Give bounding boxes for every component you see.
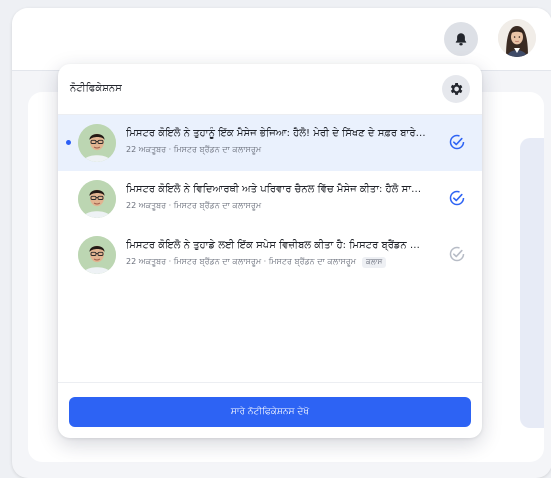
unread-indicator [66,140,71,145]
background-side-card [520,138,544,428]
notification-message: ਮਿਸਟਰ ਕੋਇਲੋ ਨੇ ਵਿਦਿਆਰਥੀ ਅਤੇ ਪਰਿਵਾਰ ਚੈਨਲ … [126,184,426,195]
class-tag: ਕਲਾਸ [362,257,387,268]
notification-text: ਮਿਸਟਰ ਕੋਇਲੋ ਨੇ ਵਿਦਿਆਰਥੀ ਅਤੇ ਪਰਿਵਾਰ ਚੈਨਲ … [126,183,426,211]
notification-meta: 22 ਅਕਤੂਬਰ · ਮਿਸਟਰ ਬ੍ਰੈਂਡਨ ਦਾ ਕਲਾਸਰੂਮ [126,145,262,154]
panel-title: ਨੋਟੀਫਿਕੇਸ਼ਨਸ [70,83,122,94]
top-bar [12,8,551,71]
sender-avatar-man-icon [78,180,116,218]
notification-meta: 22 ਅਕਤੂਬਰ · ਮਿਸਟਰ ਬ੍ਰੈਂਡਨ ਦਾ ਕਲਾਸਰੂਮ [126,201,262,210]
notification-text: ਮਿਸਟਰ ਕੋਇਲੋ ਨੇ ਤੁਹਾਡੇ ਲਈ ਇੱਕ ਸਪੇਸ ਵਿਜ਼ੀਬ… [126,239,426,268]
view-all-notifications-button[interactable]: ਸਾਰੇ ਨੋਟੀਫਿਕੇਸ਼ਨਸ ਦੇਖੋ [69,397,471,427]
sender-avatar [78,236,116,274]
sender-avatar-man-icon [78,124,116,162]
check-circle-icon[interactable] [448,245,466,263]
notification-meta-text: 22 ਅਕਤੂਬਰ · ਮਿਸਟਰ ਬ੍ਰੈਂਡਨ ਦਾ ਕਲਾਸਰੂਮ · ਮ… [126,257,357,266]
notification-message: ਮਿਸਟਰ ਕੋਇਲੋ ਨੇ ਤੁਹਾਨੂੰ ਇੱਕ ਮੈਸੇਜ ਭੇਜਿਆ: … [126,128,426,139]
sender-avatar [78,124,116,162]
notification-item[interactable]: ਮਿਸਟਰ ਕੋਇਲੋ ਨੇ ਵਿਦਿਆਰਥੀ ਅਤੇ ਪਰਿਵਾਰ ਚੈਨਲ … [58,171,482,227]
notifications-panel: ਨੋਟੀਫਿਕੇਸ਼ਨਸ ਮਿਸਟਰ ਕੋਇਲੋ ਨੇ ਤੁਹਾਨੂੰ ਇੱਕ … [58,64,482,438]
user-avatar[interactable] [498,19,536,57]
notification-message: ਮਿਸਟਰ ਕੋਇਲੋ ਨੇ ਤੁਹਾਡੇ ਲਈ ਇੱਕ ਸਪੇਸ ਵਿਜ਼ੀਬ… [126,240,426,251]
user-avatar-woman-icon [498,19,536,57]
gear-icon [450,83,463,95]
notification-item[interactable]: ਮਿਸਟਰ ਕੋਇਲੋ ਨੇ ਤੁਹਾਨੂੰ ਇੱਕ ਮੈਸੇਜ ਭੇਜਿਆ: … [58,115,482,171]
settings-button[interactable] [442,75,470,103]
notification-list: ਮਿਸਟਰ ਕੋਇਲੋ ਨੇ ਤੁਹਾਨੂੰ ਇੱਕ ਮੈਸੇਜ ਭੇਜਿਆ: … [58,115,482,283]
sender-avatar-man-icon [78,236,116,274]
check-circle-icon[interactable] [448,189,466,207]
notification-item[interactable]: ਮਿਸਟਰ ਕੋਇਲੋ ਨੇ ਤੁਹਾਡੇ ਲਈ ਇੱਕ ਸਪੇਸ ਵਿਜ਼ੀਬ… [58,227,482,283]
check-circle-icon[interactable] [448,133,466,151]
notification-text: ਮਿਸਟਰ ਕੋਇਲੋ ਨੇ ਤੁਹਾਨੂੰ ਇੱਕ ਮੈਸੇਜ ਭੇਜਿਆ: … [126,127,426,155]
sender-avatar [78,180,116,218]
notification-meta: 22 ਅਕਤੂਬਰ · ਮਿਸਟਰ ਬ੍ਰੈਂਡਨ ਦਾ ਕਲਾਸਰੂਮ · ਮ… [126,256,426,268]
panel-header: ਨੋਟੀਫਿਕੇਸ਼ਨਸ [58,64,482,115]
notifications-button[interactable] [444,22,478,56]
bell-icon [455,33,467,46]
panel-footer: ਸਾਰੇ ਨੋਟੀਫਿਕੇਸ਼ਨਸ ਦੇਖੋ [58,382,482,438]
